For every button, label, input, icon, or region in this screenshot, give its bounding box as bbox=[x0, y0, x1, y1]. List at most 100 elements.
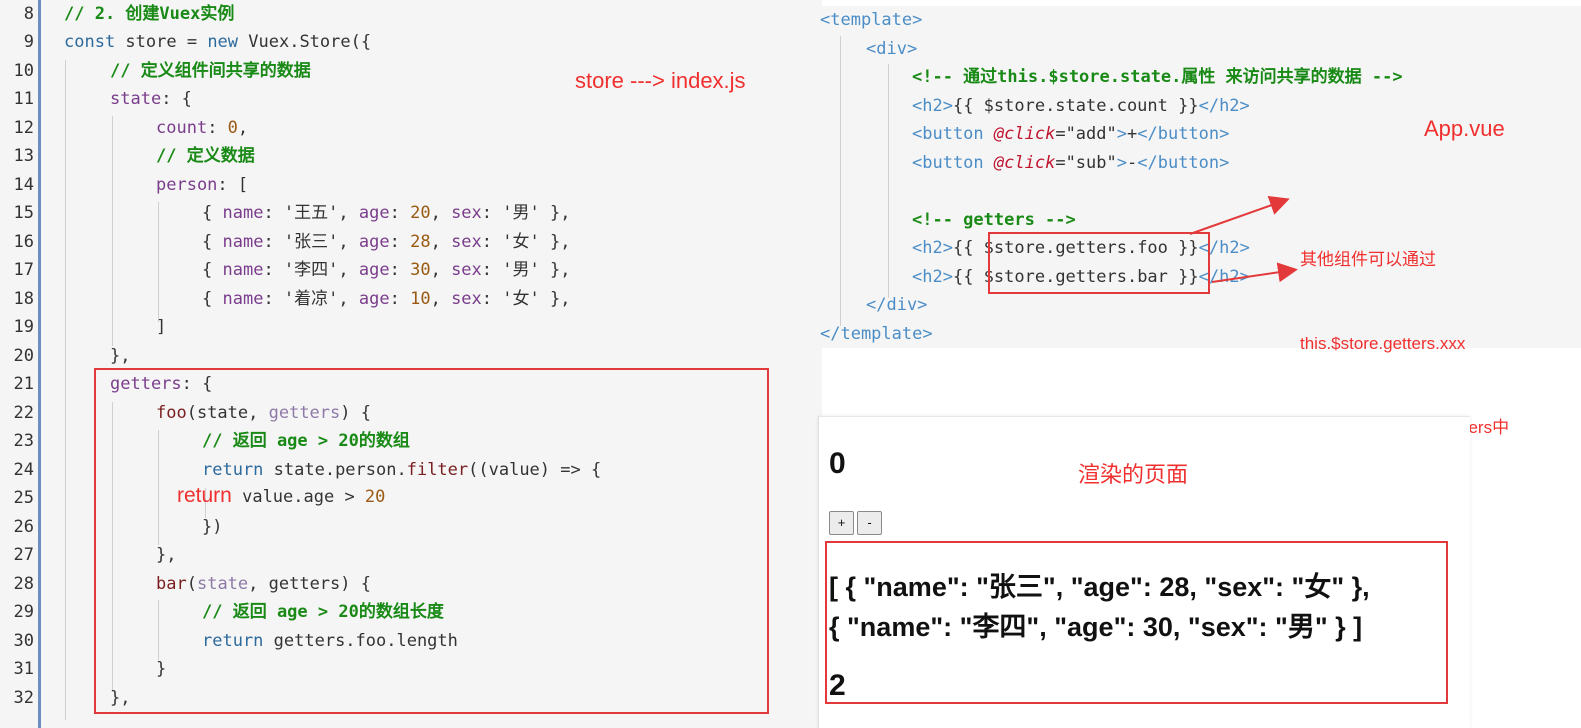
code-text: : [ bbox=[217, 175, 249, 195]
gutter-change-bar bbox=[38, 0, 41, 728]
code-property: name bbox=[222, 232, 264, 252]
code-text: + bbox=[1127, 124, 1138, 144]
indent-guide bbox=[840, 36, 841, 326]
code-line-8: // 2. 创建Vuex实例 bbox=[64, 4, 234, 24]
code-line-14: person: [ bbox=[156, 175, 248, 195]
code-tag: <template> bbox=[820, 10, 923, 30]
code-line-13: // 定义数据 bbox=[156, 146, 255, 166]
code-tag: <div> bbox=[866, 39, 918, 59]
code-keyword: new bbox=[207, 32, 239, 52]
code-string: '男' bbox=[502, 203, 540, 223]
code-comment: <!-- getters --> bbox=[912, 210, 1076, 230]
line-number: 11 bbox=[13, 89, 34, 109]
line-number: 30 bbox=[13, 631, 34, 651]
note-line: 其他组件可以通过 bbox=[1300, 250, 1436, 269]
code-line-9: const store = new Vuex.Store({ bbox=[64, 32, 371, 52]
app-file-annotation: App.vue bbox=[1424, 116, 1505, 141]
code-text: {{ bbox=[952, 267, 984, 287]
template-line-12: </template> bbox=[820, 324, 933, 344]
code-attr: @click bbox=[993, 153, 1056, 173]
code-property: person bbox=[156, 175, 218, 195]
code-text: = bbox=[1055, 153, 1066, 173]
code-tag: </button> bbox=[1137, 124, 1230, 144]
code-attr-value: "sub" bbox=[1065, 153, 1117, 173]
code-string: '男' bbox=[502, 260, 540, 280]
note-line: this.$store.getters.xxx bbox=[1300, 334, 1466, 353]
rendered-getters-highlight-box bbox=[825, 541, 1448, 704]
code-property: age bbox=[358, 232, 390, 252]
code-attr: @click bbox=[993, 124, 1056, 144]
code-string: '女' bbox=[502, 289, 540, 309]
getters-usage-highlight-box bbox=[988, 232, 1210, 294]
code-keyword: const bbox=[64, 32, 116, 52]
code-property: sex bbox=[451, 232, 482, 252]
indent-guide bbox=[158, 202, 159, 322]
code-property: sex bbox=[451, 289, 482, 309]
line-number: 31 bbox=[13, 659, 34, 679]
code-text: = bbox=[1055, 124, 1066, 144]
line-number: 14 bbox=[13, 175, 34, 195]
sub-button[interactable]: - bbox=[857, 511, 882, 535]
template-line-3: <!-- 通过this.$store.state.属性 来访问共享的数据 --> bbox=[912, 67, 1403, 87]
code-tag: </h2> bbox=[1198, 96, 1250, 116]
code-property: name bbox=[222, 203, 264, 223]
code-line-16: { name: '张三', age: 28, sex: '女' }, bbox=[202, 232, 571, 252]
code-number: 10 bbox=[410, 289, 431, 309]
line-number: 21 bbox=[13, 374, 34, 394]
code-line-12: count: 0, bbox=[156, 118, 248, 138]
line-number: 26 bbox=[13, 517, 34, 537]
add-button[interactable]: + bbox=[829, 511, 854, 535]
code-tag: > bbox=[1116, 124, 1127, 144]
template-line-5: <button @click="add">+</button> bbox=[912, 124, 1229, 144]
rendered-page-annotation: 渲染的页面 bbox=[1078, 462, 1189, 487]
code-tag: <button bbox=[912, 124, 994, 144]
code-property: name bbox=[222, 289, 264, 309]
line-number: 9 bbox=[23, 32, 34, 52]
template-line-8: <!-- getters --> bbox=[912, 210, 1076, 230]
code-text: Vuex.Store({ bbox=[238, 32, 372, 52]
indent-guide bbox=[112, 116, 113, 346]
code-string: '王五' bbox=[283, 203, 339, 223]
line-number: 28 bbox=[13, 574, 34, 594]
code-property: name bbox=[222, 260, 264, 280]
line-number: 32 bbox=[13, 688, 34, 708]
line-number: 13 bbox=[13, 146, 34, 166]
code-text: : bbox=[207, 118, 228, 138]
code-text: store = bbox=[115, 32, 208, 52]
line-number: 12 bbox=[13, 118, 34, 138]
code-text: - bbox=[1127, 153, 1138, 173]
code-string: '女' bbox=[502, 232, 540, 252]
code-line-20: }, bbox=[110, 346, 131, 366]
code-tag: </div> bbox=[866, 295, 928, 315]
indent-guide bbox=[888, 64, 889, 298]
code-line-18: { name: '着凉', age: 10, sex: '女' }, bbox=[202, 289, 571, 309]
code-text: , bbox=[237, 118, 249, 138]
code-editor-store: 8 9 10 11 12 13 14 15 16 17 18 19 20 21 … bbox=[0, 0, 822, 728]
code-comment: <!-- 通过this.$store.state.属性 来访问共享的数据 --> bbox=[912, 67, 1403, 87]
code-property: age bbox=[358, 203, 390, 223]
code-string: '张三' bbox=[283, 232, 339, 252]
line-number: 23 bbox=[13, 431, 34, 451]
code-comment: // 2. 创建Vuex实例 bbox=[64, 4, 235, 24]
count-heading: 0 bbox=[829, 447, 846, 480]
line-number: 16 bbox=[13, 232, 34, 252]
code-property: age bbox=[358, 260, 390, 280]
template-line-1: <template> bbox=[820, 10, 922, 30]
code-line-19: ] bbox=[156, 317, 167, 337]
code-number: 28 bbox=[410, 232, 431, 252]
getters-highlight-box bbox=[94, 368, 769, 714]
code-tag: <h2> bbox=[912, 267, 953, 287]
template-line-6: <button @click="sub">-</button> bbox=[912, 153, 1229, 173]
store-file-annotation: store ---> index.js bbox=[575, 68, 746, 93]
code-property: age bbox=[358, 289, 390, 309]
code-comment: // 定义组件间共享的数据 bbox=[110, 61, 311, 81]
template-line-11: </div> bbox=[866, 295, 927, 315]
line-number: 17 bbox=[13, 260, 34, 280]
code-tag: <button bbox=[912, 153, 994, 173]
code-text: {{ $store.state.count }} bbox=[952, 96, 1199, 116]
code-tag: </template> bbox=[820, 324, 933, 344]
code-property: sex bbox=[451, 203, 482, 223]
code-string: '着凉' bbox=[283, 289, 339, 309]
code-line-15: { name: '王五', age: 20, sex: '男' }, bbox=[202, 203, 571, 223]
code-text: {{ bbox=[952, 238, 984, 258]
